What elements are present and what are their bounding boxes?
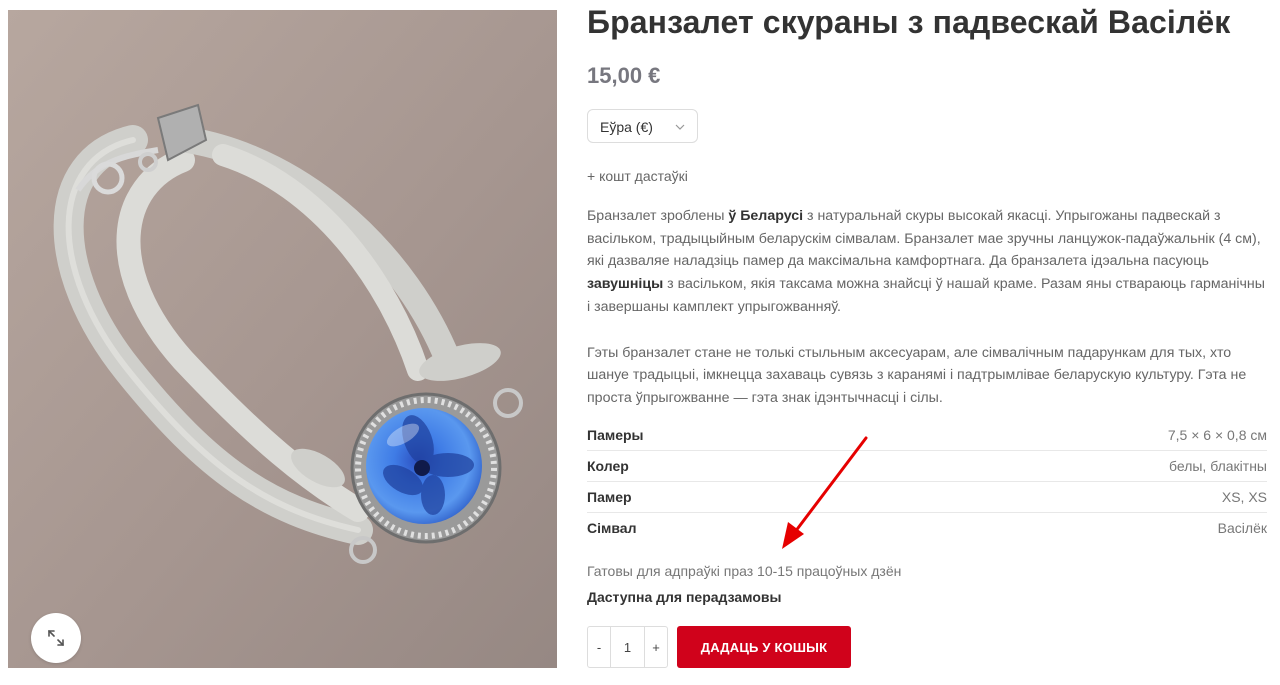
quantity-plus-button[interactable]: + [644, 627, 667, 667]
attributes-table: Памеры 7,5 × 6 × 0,8 см Колер белы, блак… [587, 420, 1267, 543]
quantity-stepper[interactable]: - 1 + [587, 626, 668, 668]
quantity-input[interactable]: 1 [611, 627, 644, 667]
ready-note: Гатовы для адпраўкі праз 10-15 працоўных… [587, 563, 902, 579]
attribute-row: Сімвал Васілёк [587, 513, 1267, 544]
shipping-note: + кошт дастаўкі [587, 168, 688, 184]
product-price: 15,00 € [587, 63, 661, 88]
attribute-row: Колер белы, блакітны [587, 450, 1267, 482]
attribute-value: XS, XS [833, 481, 1267, 513]
expand-icon [48, 630, 64, 646]
attribute-row: Памер XS, XS [587, 481, 1267, 513]
product-description: Бранзалет зроблены ў Беларусі з натураль… [587, 205, 1267, 410]
attribute-value: белы, блакітны [833, 450, 1267, 482]
highlight-belarus: ў Беларусі [728, 208, 804, 224]
highlight-earrings: завушніцы [587, 276, 664, 293]
add-to-cart-button[interactable]: ДАДАЦЬ У КОШЫК [677, 626, 851, 668]
zoom-button[interactable] [31, 613, 81, 663]
attribute-value: 7,5 × 6 × 0,8 см [833, 420, 1267, 451]
description-paragraph-2: Гэты бранзалет стане не толькі стыльным … [587, 344, 1247, 406]
quantity-minus-button[interactable]: - [588, 627, 611, 667]
description-paragraph-1: Бранзалет зроблены ў Беларусі з натураль… [587, 208, 1265, 315]
attribute-row: Памеры 7,5 × 6 × 0,8 см [587, 420, 1267, 451]
currency-select[interactable]: Еўра (€) [587, 109, 698, 143]
attribute-value: Васілёк [1217, 520, 1267, 536]
product-gallery[interactable] [8, 10, 557, 668]
product-title: Бранзалет скураны з падвескай Васілёк [587, 4, 1231, 40]
product-image [8, 10, 557, 668]
attribute-label: Сімвал [587, 520, 637, 536]
chevron-down-icon [675, 124, 685, 130]
attribute-label: Колер [587, 450, 834, 482]
attribute-label: Памеры [587, 420, 834, 451]
currency-selected-value: Еўра (€) [600, 119, 653, 135]
attribute-label: Памер [587, 481, 834, 513]
availability-status: Даступна для перадзамовы [587, 589, 782, 605]
